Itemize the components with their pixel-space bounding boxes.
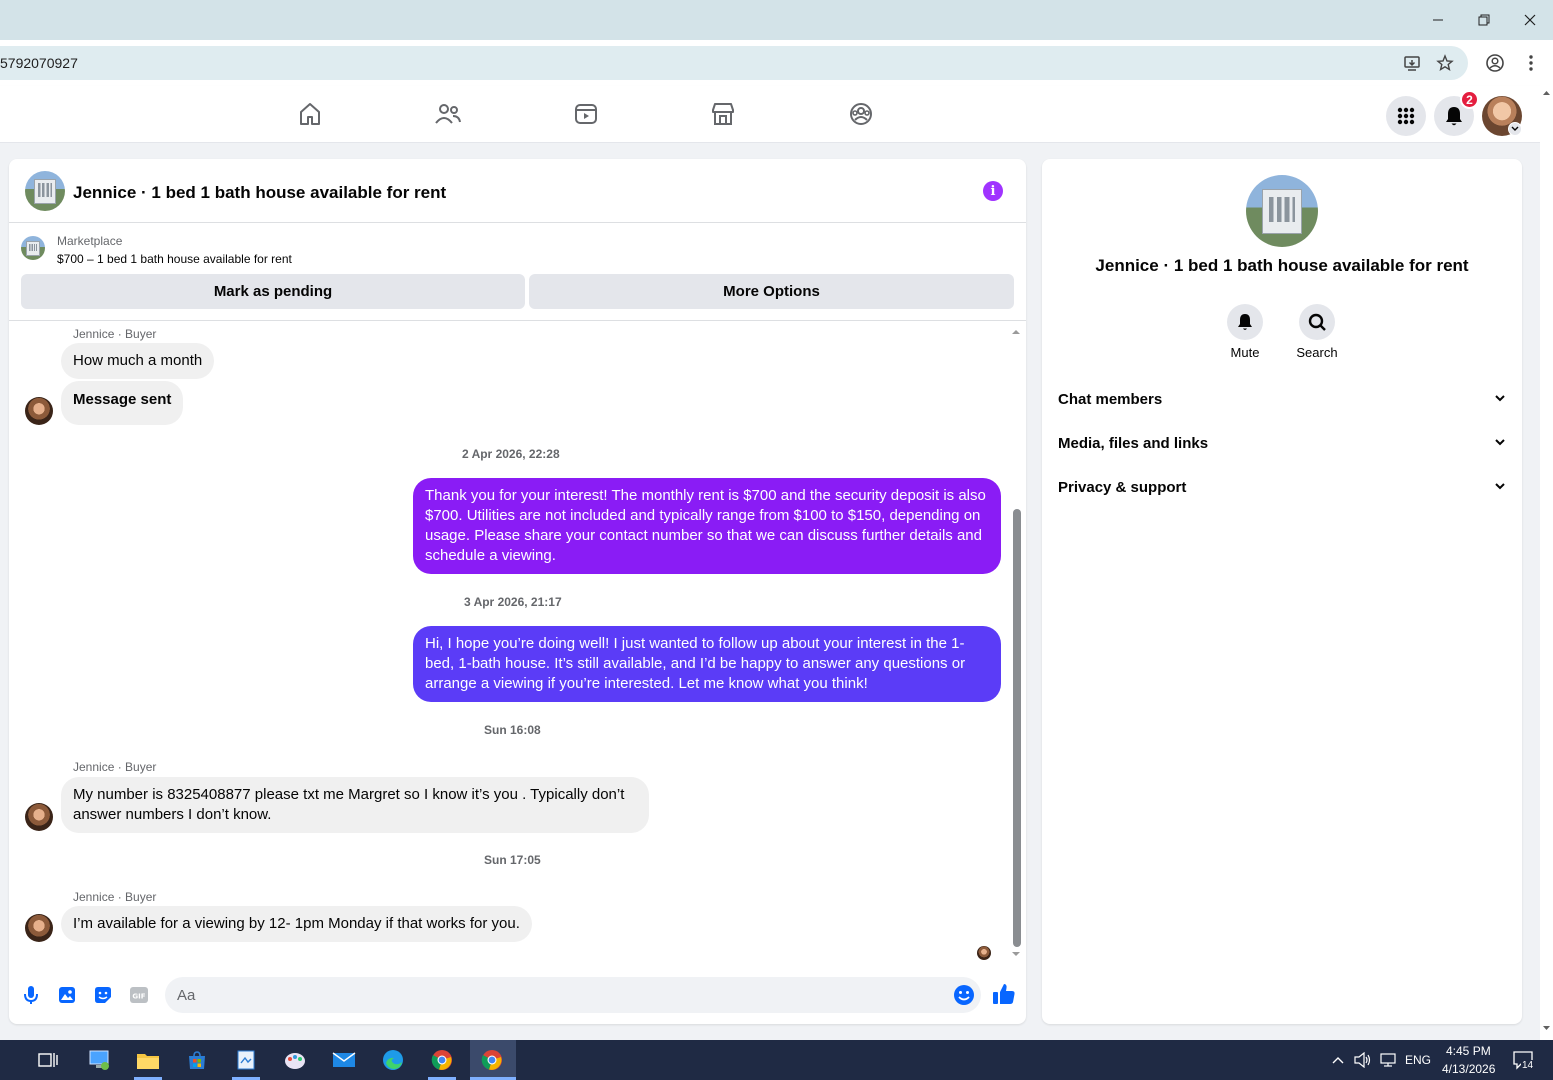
buyer-avatar[interactable]: [25, 914, 53, 942]
url-text[interactable]: 5792070927: [0, 55, 78, 71]
message-composer[interactable]: [165, 977, 981, 1013]
action-center-count: 14: [1521, 1060, 1535, 1071]
listing-thumbnail[interactable]: [21, 236, 45, 260]
file-explorer-icon[interactable]: [134, 1046, 162, 1074]
marketplace-label: Marketplace: [57, 234, 123, 248]
restore-icon[interactable]: [1472, 8, 1496, 32]
menu-grid-icon[interactable]: [1386, 96, 1426, 136]
incoming-message[interactable]: How much a month: [61, 343, 215, 379]
chevron-down-icon: [1494, 391, 1506, 408]
more-options-button[interactable]: More Options: [529, 274, 1014, 309]
buyer-avatar[interactable]: [25, 397, 53, 425]
message-sender-label: Jennice · Buyer: [73, 760, 157, 774]
emoji-icon[interactable]: [953, 984, 975, 1006]
chevron-down-icon: [1494, 435, 1506, 452]
microphone-icon[interactable]: [21, 985, 41, 1005]
conversation-details-panel: Jennice · 1 bed 1 bath house available f…: [1042, 159, 1522, 1024]
chat-panel: Jennice · 1 bed 1 bath house available f…: [9, 159, 1026, 1024]
divider: [9, 320, 1026, 321]
chat-members-section[interactable]: Chat members: [1058, 389, 1506, 413]
computer-icon[interactable]: [86, 1046, 114, 1074]
microsoft-store-icon[interactable]: [183, 1046, 211, 1074]
sticker-icon[interactable]: [93, 985, 113, 1005]
page-scrollbar[interactable]: [1540, 86, 1553, 1040]
incoming-message[interactable]: My number is 8325408877 please txt me Ma…: [61, 777, 649, 833]
buyer-avatar[interactable]: [25, 803, 53, 831]
marketplace-icon[interactable]: [707, 98, 739, 130]
listing-title[interactable]: $700 – 1 bed 1 bath house available for …: [57, 252, 292, 266]
photo-icon[interactable]: [57, 985, 77, 1005]
like-thumbs-up-icon[interactable]: [991, 981, 1017, 1007]
browser-title-bar: [0, 0, 1553, 40]
edge-browser-icon[interactable]: [379, 1046, 407, 1074]
message-input[interactable]: [177, 985, 937, 1005]
timestamp: 2 Apr 2026, 22:28: [462, 447, 560, 461]
minimize-icon[interactable]: [1426, 8, 1450, 32]
incoming-message[interactable]: I’m available for a viewing by 12- 1pm M…: [61, 906, 532, 942]
message-sender-label: Jennice · Buyer: [73, 890, 157, 904]
outgoing-message[interactable]: Thank you for your interest! The monthly…: [413, 478, 1001, 574]
wordpad-icon[interactable]: [232, 1046, 260, 1074]
omnibox[interactable]: 5792070927: [0, 46, 1468, 80]
conversation-title[interactable]: Jennice · 1 bed 1 bath house available f…: [73, 183, 446, 203]
mark-as-pending-button[interactable]: Mark as pending: [21, 274, 525, 309]
network-icon[interactable]: [1378, 1046, 1400, 1074]
paint-icon[interactable]: [281, 1046, 309, 1074]
read-receipt-avatar: [977, 946, 991, 960]
privacy-support-label: Privacy & support: [1058, 479, 1187, 496]
clock-time[interactable]: 4:45 PM: [1446, 1044, 1491, 1058]
search-label[interactable]: Search: [1277, 345, 1357, 360]
bookmark-star-icon[interactable]: [1434, 52, 1456, 74]
chrome-icon[interactable]: [428, 1046, 456, 1074]
input-language[interactable]: ENG: [1405, 1053, 1431, 1067]
timestamp: Sun 16:08: [484, 723, 541, 737]
conversation-name: Jennice · 1 bed 1 bath house available f…: [1095, 256, 1469, 275]
info-icon[interactable]: i: [983, 181, 1003, 201]
outgoing-message[interactable]: Hi, I hope you’re doing well! I just wan…: [413, 626, 1001, 702]
chat-members-label: Chat members: [1058, 391, 1163, 408]
task-view-icon[interactable]: [34, 1046, 62, 1074]
mute-bell-icon[interactable]: [1227, 304, 1263, 340]
search-icon[interactable]: [1299, 304, 1335, 340]
timestamp: 3 Apr 2026, 21:17: [464, 595, 562, 609]
chat-scrollbar-thumb[interactable]: [1013, 509, 1021, 947]
message-sender-label: Jennice · Buyer: [73, 327, 157, 341]
video-icon[interactable]: [570, 98, 602, 130]
incoming-message[interactable]: Message sent: [61, 381, 184, 425]
friends-icon[interactable]: [432, 98, 464, 130]
media-files-links-label: Media, files and links: [1058, 435, 1209, 452]
chrome-profile-window-icon[interactable]: [478, 1046, 506, 1074]
show-hidden-icons-chevron-up-icon[interactable]: [1328, 1046, 1348, 1074]
volume-icon[interactable]: [1352, 1046, 1374, 1074]
profile-icon[interactable]: [1484, 52, 1506, 74]
media-files-links-section[interactable]: Media, files and links: [1058, 433, 1506, 457]
address-bar: 5792070927: [0, 40, 1553, 86]
conversation-large-avatar[interactable]: [1246, 175, 1318, 247]
conversation-avatar[interactable]: [25, 171, 65, 211]
facebook-top-nav: 2: [0, 86, 1540, 143]
groups-icon[interactable]: [845, 98, 877, 130]
svg-text:GIF: GIF: [132, 993, 145, 1001]
home-icon[interactable]: [294, 98, 326, 130]
clock-date[interactable]: 4/13/2026: [1442, 1062, 1495, 1076]
gif-icon[interactable]: GIF: [129, 985, 149, 1005]
browser-menu-icon[interactable]: [1520, 52, 1542, 74]
chevron-down-icon: [1494, 479, 1506, 496]
timestamp: Sun 17:05: [484, 853, 541, 867]
account-chevron-down-icon[interactable]: [1508, 122, 1522, 136]
mute-label[interactable]: Mute: [1205, 345, 1285, 360]
chat-header: Jennice · 1 bed 1 bath house available f…: [9, 159, 1026, 223]
windows-taskbar: ENG 4:45 PM 4/13/2026 14: [0, 1040, 1553, 1080]
mail-icon[interactable]: [330, 1046, 358, 1074]
install-app-icon[interactable]: [1401, 52, 1423, 74]
close-icon[interactable]: [1518, 8, 1542, 32]
notification-count-badge: 2: [1460, 90, 1479, 109]
privacy-support-section[interactable]: Privacy & support: [1058, 477, 1506, 501]
